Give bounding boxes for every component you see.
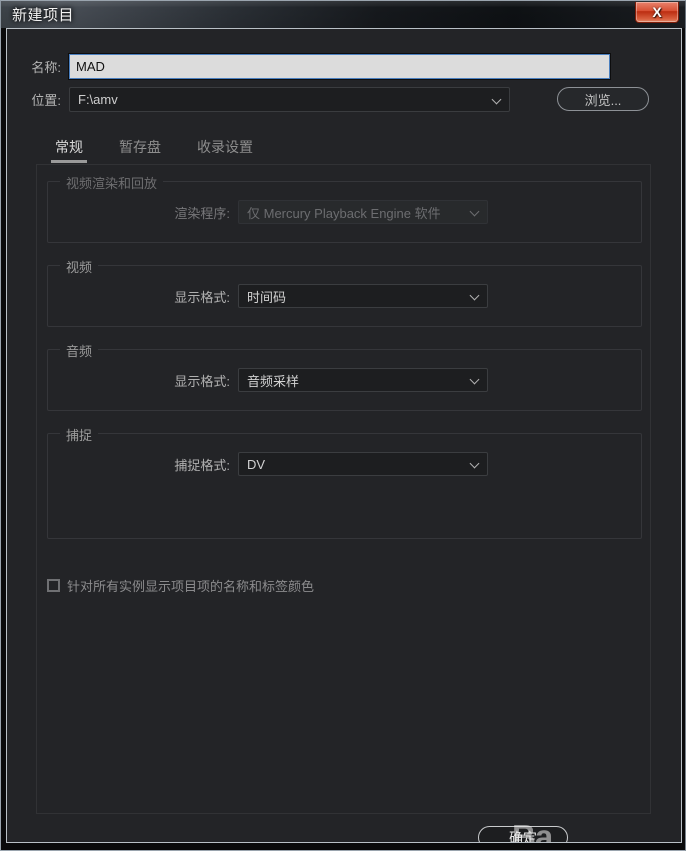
name-label: 名称: — [31, 60, 61, 75]
capture-format-value: DV — [247, 456, 266, 472]
checkbox-icon[interactable] — [47, 579, 60, 592]
group-audio: 音频 显示格式: 音频采样 — [47, 341, 642, 411]
video-display-format-label: 显示格式: — [174, 289, 230, 305]
renderer-value: 仅 Mercury Playback Engine 软件 — [247, 205, 441, 221]
chevron-down-icon — [471, 375, 480, 384]
tab-panel-general: 视频渲染和回放 渲染程序: 仅 Mercury Playback Engine … — [36, 164, 651, 814]
group-video-rendering: 视频渲染和回放 渲染程序: 仅 Mercury Playback Engine … — [47, 173, 642, 243]
group-video: 视频 显示格式: 时间码 — [47, 257, 642, 327]
audio-display-format-value: 音频采样 — [247, 373, 300, 389]
capture-format-label: 捕捉格式: — [174, 457, 230, 473]
chevron-down-icon — [471, 207, 480, 216]
tab-ingest-settings[interactable]: 收录设置 — [179, 134, 271, 163]
group-video-legend: 视频 — [60, 257, 99, 276]
group-capture-legend: 捕捉 — [60, 425, 99, 444]
dialog-client-area: 名称: 位置: F:\amv 浏览... 常规 暂存盘 收录设置 — [7, 29, 681, 842]
show-project-item-name-checkbox-row[interactable]: 针对所有实例显示项目项的名称和标签颜色 — [47, 576, 314, 595]
tab-general[interactable]: 常规 — [37, 134, 101, 163]
location-label: 位置: — [31, 93, 61, 108]
name-row: 名称: — [7, 53, 681, 80]
titlebar: 新建项目 X — [0, 0, 686, 28]
chevron-down-icon — [471, 459, 480, 468]
close-icon: X — [652, 4, 662, 20]
chevron-down-icon — [471, 291, 480, 300]
chevron-down-icon — [493, 95, 502, 104]
video-display-format-select[interactable]: 时间码 — [238, 284, 488, 308]
new-project-dialog: 新建项目 X 名称: 位置: F:\amv — [0, 0, 686, 851]
group-video-rendering-legend: 视频渲染和回放 — [60, 173, 164, 192]
tab-scratch-disks[interactable]: 暂存盘 — [101, 134, 179, 163]
renderer-field: 渲染程序: 仅 Mercury Playback Engine 软件 — [48, 200, 488, 224]
capture-format-select[interactable]: DV — [238, 452, 488, 476]
audio-display-format-label: 显示格式: — [174, 373, 230, 389]
window-frame-outer: 名称: 位置: F:\amv 浏览... 常规 暂存盘 收录设置 — [0, 28, 686, 851]
location-select[interactable]: F:\amv — [69, 87, 510, 112]
renderer-label: 渲染程序: — [174, 205, 230, 221]
browse-button[interactable]: 浏览... — [557, 87, 649, 111]
window-frame-inner: 名称: 位置: F:\amv 浏览... 常规 暂存盘 收录设置 — [6, 28, 682, 843]
video-display-format-field: 显示格式: 时间码 — [48, 284, 488, 308]
ok-button[interactable]: 确定 — [478, 826, 568, 842]
renderer-select: 仅 Mercury Playback Engine 软件 — [238, 200, 488, 224]
location-value: F:\amv — [78, 92, 118, 107]
audio-display-format-field: 显示格式: 音频采样 — [48, 368, 488, 392]
group-audio-legend: 音频 — [60, 341, 99, 360]
project-name-input[interactable] — [68, 53, 611, 80]
capture-format-field: 捕捉格式: DV — [48, 452, 488, 476]
window-title: 新建项目 — [12, 7, 75, 24]
audio-display-format-select[interactable]: 音频采样 — [238, 368, 488, 392]
group-capture: 捕捉 捕捉格式: DV — [47, 425, 642, 539]
close-button[interactable]: X — [635, 2, 679, 23]
tab-bar: 常规 暂存盘 收录设置 — [37, 134, 271, 163]
show-project-item-name-label: 针对所有实例显示项目项的名称和标签颜色 — [67, 579, 315, 594]
video-display-format-value: 时间码 — [247, 289, 287, 305]
